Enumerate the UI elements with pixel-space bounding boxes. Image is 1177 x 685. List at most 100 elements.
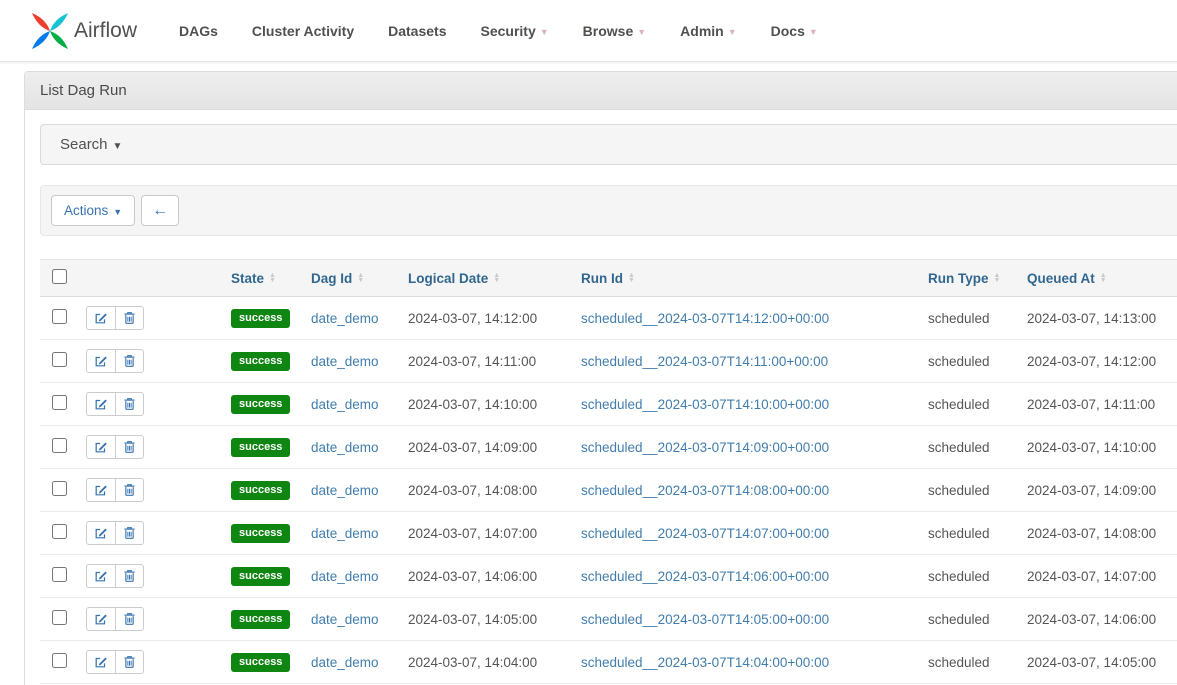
row-checkbox[interactable] bbox=[52, 524, 67, 539]
edit-button[interactable] bbox=[86, 564, 116, 588]
header-state: State▲▼ bbox=[225, 260, 305, 297]
sort-icon[interactable]: ▲▼ bbox=[493, 273, 500, 284]
table-row: success date_demo 2024-03-07, 14:11:00 s… bbox=[40, 340, 1177, 383]
nav-item-docs[interactable]: Docs▼ bbox=[771, 23, 818, 39]
dag-id-link[interactable]: date_demo bbox=[311, 311, 379, 326]
trash-icon bbox=[123, 483, 136, 497]
table-header: State▲▼ Dag Id▲▼ Logical Date▲▼ Run Id▲▼… bbox=[40, 260, 1177, 297]
run-id-link[interactable]: scheduled__2024-03-07T14:10:00+00:00 bbox=[581, 397, 829, 412]
nav-item-cluster-activity[interactable]: Cluster Activity bbox=[252, 23, 354, 39]
nav-item-browse[interactable]: Browse▼ bbox=[583, 23, 647, 39]
row-checkbox[interactable] bbox=[52, 309, 67, 324]
edit-button[interactable] bbox=[86, 435, 116, 459]
sort-icon[interactable]: ▲▼ bbox=[269, 273, 276, 284]
nav-item-security[interactable]: Security▼ bbox=[480, 23, 548, 39]
sort-icon[interactable]: ▲▼ bbox=[1100, 273, 1107, 284]
dag-id-link[interactable]: date_demo bbox=[311, 440, 379, 455]
back-button[interactable]: ← bbox=[141, 195, 179, 226]
dag-id-link[interactable]: date_demo bbox=[311, 526, 379, 541]
status-badge: success bbox=[231, 653, 290, 672]
nav-item-datasets[interactable]: Datasets bbox=[388, 23, 446, 39]
list-dag-run-panel: List Dag Run Search ▼ Actions ▼ ← bbox=[24, 71, 1177, 685]
search-label: Search bbox=[60, 136, 108, 153]
delete-button[interactable] bbox=[115, 650, 144, 674]
search-collapse-toggle[interactable]: Search ▼ bbox=[40, 124, 1177, 165]
status-badge: success bbox=[231, 309, 290, 328]
logical-date-cell: 2024-03-07, 14:12:00 bbox=[402, 297, 575, 340]
header-run-type: Run Type▲▼ bbox=[922, 260, 1021, 297]
row-checkbox[interactable] bbox=[52, 352, 67, 367]
panel-body: Search ▼ Actions ▼ ← bbox=[25, 110, 1177, 685]
run-id-link[interactable]: scheduled__2024-03-07T14:07:00+00:00 bbox=[581, 526, 829, 541]
status-badge: success bbox=[231, 481, 290, 500]
nav-item-dags[interactable]: DAGs bbox=[179, 23, 218, 39]
row-checkbox[interactable] bbox=[52, 610, 67, 625]
edit-button[interactable] bbox=[86, 392, 116, 416]
airflow-brand[interactable]: Airflow bbox=[30, 11, 137, 51]
run-id-link[interactable]: scheduled__2024-03-07T14:08:00+00:00 bbox=[581, 483, 829, 498]
select-all-checkbox[interactable] bbox=[52, 269, 67, 284]
edit-button[interactable] bbox=[86, 306, 116, 330]
dag-id-link[interactable]: date_demo bbox=[311, 397, 379, 412]
table-row: success date_demo 2024-03-07, 14:07:00 s… bbox=[40, 512, 1177, 555]
run-id-link[interactable]: scheduled__2024-03-07T14:09:00+00:00 bbox=[581, 440, 829, 455]
sort-icon[interactable]: ▲▼ bbox=[357, 273, 364, 284]
dag-id-cell: date_demo bbox=[305, 641, 402, 684]
trash-icon bbox=[123, 354, 136, 368]
nav-item-admin[interactable]: Admin▼ bbox=[680, 23, 736, 39]
queued-at-cell: 2024-03-07, 14:05:00 bbox=[1021, 641, 1177, 684]
run-id-link[interactable]: scheduled__2024-03-07T14:12:00+00:00 bbox=[581, 311, 829, 326]
run-id-link[interactable]: scheduled__2024-03-07T14:06:00+00:00 bbox=[581, 569, 829, 584]
dag-id-link[interactable]: date_demo bbox=[311, 569, 379, 584]
trash-icon bbox=[123, 526, 136, 540]
edit-button[interactable] bbox=[86, 521, 116, 545]
table-row: success date_demo 2024-03-07, 14:12:00 s… bbox=[40, 297, 1177, 340]
edit-button[interactable] bbox=[86, 650, 116, 674]
sort-icon[interactable]: ▲▼ bbox=[994, 273, 1001, 284]
dag-id-cell: date_demo bbox=[305, 383, 402, 426]
row-checkbox[interactable] bbox=[52, 481, 67, 496]
edit-button[interactable] bbox=[86, 478, 116, 502]
delete-button[interactable] bbox=[115, 306, 144, 330]
edit-button[interactable] bbox=[86, 607, 116, 631]
page-title: List Dag Run bbox=[25, 72, 1177, 110]
dag-id-link[interactable]: date_demo bbox=[311, 612, 379, 627]
delete-button[interactable] bbox=[115, 478, 144, 502]
delete-button[interactable] bbox=[115, 435, 144, 459]
sort-icon[interactable]: ▲▼ bbox=[628, 273, 635, 284]
run-id-link[interactable]: scheduled__2024-03-07T14:04:00+00:00 bbox=[581, 655, 829, 670]
state-cell: success bbox=[225, 297, 305, 340]
actions-dropdown-button[interactable]: Actions ▼ bbox=[51, 195, 135, 226]
dag-id-link[interactable]: date_demo bbox=[311, 655, 379, 670]
row-checkbox-cell bbox=[40, 469, 80, 512]
edit-button[interactable] bbox=[86, 349, 116, 373]
table-row: success date_demo 2024-03-07, 14:05:00 s… bbox=[40, 598, 1177, 641]
status-badge: success bbox=[231, 610, 290, 629]
trash-icon bbox=[123, 655, 136, 669]
dag-id-link[interactable]: date_demo bbox=[311, 354, 379, 369]
dag-run-table-wrap: State▲▼ Dag Id▲▼ Logical Date▲▼ Run Id▲▼… bbox=[40, 259, 1177, 685]
row-checkbox[interactable] bbox=[52, 438, 67, 453]
delete-button[interactable] bbox=[115, 521, 144, 545]
delete-button[interactable] bbox=[115, 349, 144, 373]
delete-button[interactable] bbox=[115, 392, 144, 416]
actions-toolbar: Actions ▼ ← bbox=[40, 185, 1177, 236]
edit-icon bbox=[94, 526, 108, 540]
dag-id-link[interactable]: date_demo bbox=[311, 483, 379, 498]
delete-button[interactable] bbox=[115, 564, 144, 588]
row-actions-cell bbox=[80, 598, 225, 641]
state-cell: success bbox=[225, 383, 305, 426]
row-checkbox-cell bbox=[40, 426, 80, 469]
queued-at-cell: 2024-03-07, 14:13:00 bbox=[1021, 297, 1177, 340]
state-cell: success bbox=[225, 426, 305, 469]
run-type-cell: scheduled bbox=[922, 426, 1021, 469]
row-checkbox[interactable] bbox=[52, 567, 67, 582]
nav-menu: DAGs Cluster Activity Datasets Security▼… bbox=[179, 23, 818, 39]
row-checkbox[interactable] bbox=[52, 653, 67, 668]
run-id-link[interactable]: scheduled__2024-03-07T14:05:00+00:00 bbox=[581, 612, 829, 627]
run-id-link[interactable]: scheduled__2024-03-07T14:11:00+00:00 bbox=[581, 354, 828, 369]
delete-button[interactable] bbox=[115, 607, 144, 631]
edit-icon bbox=[94, 655, 108, 669]
row-checkbox[interactable] bbox=[52, 395, 67, 410]
run-type-cell: scheduled bbox=[922, 469, 1021, 512]
